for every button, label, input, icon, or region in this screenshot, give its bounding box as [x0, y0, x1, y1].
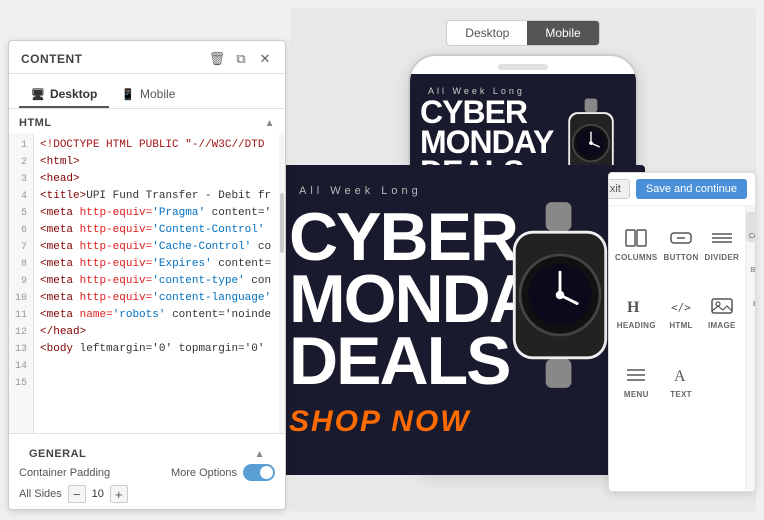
body-tab-icon: ◎ — [755, 282, 756, 299]
copy-icon[interactable]: ⧉ — [233, 51, 249, 67]
big-ad-all-week: All Week Long — [299, 185, 422, 197]
divider-label: DIVIDER — [705, 253, 740, 262]
menu-label: MENU — [624, 390, 649, 399]
block-text[interactable]: A TEXT — [662, 349, 701, 416]
image-label: IMAGE — [708, 321, 736, 330]
content-tab-icon: ⊞ — [755, 214, 756, 231]
menu-icon — [625, 366, 647, 387]
tab-body[interactable]: ◎ Body — [746, 280, 756, 310]
trash-icon[interactable]: 🗑 — [209, 51, 225, 67]
close-icon[interactable]: ✕ — [257, 51, 273, 67]
exit-button[interactable]: Exit — [608, 179, 630, 199]
tab-bar: 🖥 Desktop 📱 Mobile — [9, 74, 285, 109]
stepper-plus[interactable]: + — [110, 485, 128, 503]
general-row-padding: Container Padding More Options — [19, 464, 275, 481]
tab-content[interactable]: ⊞ Content — [746, 212, 756, 242]
blocks-grid: COLUMNS BUTTON — [609, 206, 745, 490]
html-icon: </> — [670, 297, 692, 318]
big-ad-deals: DEALS — [289, 327, 509, 395]
html-label: HTML — [669, 321, 692, 330]
save-continue-button[interactable]: Save and continue — [636, 179, 747, 199]
padding-stepper: − 10 + — [68, 485, 128, 503]
blocks-tabs: ⊞ Content ⊟ Blocks ◎ Body — [745, 206, 756, 490]
scrollbar-thumb — [280, 193, 284, 253]
html-section-label: HTML ▲ — [9, 109, 285, 133]
svg-text:</>: </> — [671, 301, 691, 314]
big-ad-cta: SHOP NOW — [289, 405, 471, 439]
blocks-sidebar: COLUMNS BUTTON — [609, 206, 755, 490]
text-icon: A — [670, 366, 692, 387]
code-editor[interactable]: 123456789101112131415 <!DOCTYPE HTML PUB… — [9, 133, 285, 433]
block-button[interactable]: BUTTON — [662, 212, 701, 279]
desktop-icon: 🖥 — [31, 88, 45, 101]
phone-speaker — [498, 64, 548, 70]
button-icon — [670, 229, 692, 250]
blocks-tab-icon: ⊟ — [755, 248, 756, 265]
image-icon — [711, 297, 733, 318]
chevron-up-icon-general: ▲ — [255, 449, 265, 460]
stepper-minus[interactable]: − — [68, 485, 86, 503]
button-label: BUTTON — [664, 253, 699, 262]
text-label: TEXT — [670, 390, 692, 399]
tab-mobile[interactable]: 📱 Mobile — [109, 82, 187, 108]
heading-label: HEADING — [617, 321, 656, 330]
block-heading[interactable]: H HEADING — [613, 281, 660, 348]
panel-scrollbar[interactable] — [279, 133, 285, 433]
general-section-label: GENERAL ▲ — [19, 440, 275, 464]
general-section: GENERAL ▲ Container Padding More Options… — [9, 433, 285, 509]
mobile-icon: 📱 — [121, 88, 135, 101]
svg-text:A: A — [674, 368, 686, 384]
block-columns[interactable]: COLUMNS — [613, 212, 660, 279]
line-numbers: 123456789101112131415 — [9, 133, 34, 433]
more-options-button[interactable]: More Options — [171, 467, 237, 479]
panel-title: CONTENT — [21, 52, 83, 66]
device-toggle: Desktop Mobile — [446, 20, 599, 46]
toggle-switch[interactable] — [243, 464, 275, 481]
device-desktop-btn[interactable]: Desktop — [447, 21, 527, 45]
content-panel: CONTENT 🗑 ⧉ ✕ 🖥 Desktop 📱 Mobile HTML ▲ … — [8, 40, 286, 510]
blocks-panel: Exit Save and continue COLUMNS — [608, 172, 756, 492]
svg-text:H: H — [627, 299, 640, 315]
block-image[interactable]: IMAGE — [703, 281, 742, 348]
chevron-up-icon: ▲ — [265, 118, 275, 129]
block-menu[interactable]: MENU — [613, 349, 660, 416]
code-content[interactable]: <!DOCTYPE HTML PUBLIC "-//W3C//DTD <html… — [34, 133, 285, 433]
big-watch-graphic — [495, 195, 625, 395]
tab-desktop[interactable]: 🖥 Desktop — [19, 82, 109, 108]
block-html[interactable]: </> HTML — [662, 281, 701, 348]
big-preview: All Week Long CYBER MONDAY DEALS SHOP NO… — [275, 165, 645, 475]
heading-icon: H — [625, 297, 647, 318]
padding-row: All Sides − 10 + — [19, 485, 275, 503]
columns-icon — [625, 229, 647, 250]
divider-icon — [711, 229, 733, 250]
tab-blocks[interactable]: ⊟ Blocks — [746, 246, 756, 276]
device-mobile-btn[interactable]: Mobile — [527, 21, 598, 45]
columns-label: COLUMNS — [615, 253, 658, 262]
panel-header: CONTENT 🗑 ⧉ ✕ — [9, 41, 285, 74]
block-divider[interactable]: DIVIDER — [703, 212, 742, 279]
panel-header-icons: 🗑 ⧉ ✕ — [209, 51, 273, 67]
stepper-value: 10 — [90, 488, 106, 500]
blocks-topbar: Exit Save and continue — [609, 173, 755, 206]
